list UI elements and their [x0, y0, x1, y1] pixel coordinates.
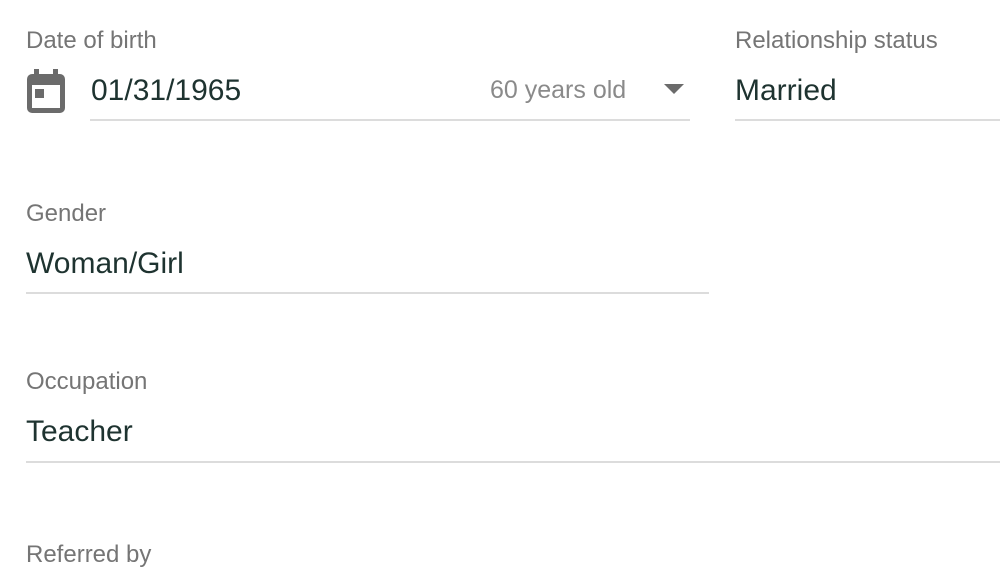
gender-value: Woman/Girl	[26, 247, 184, 280]
occupation-field[interactable]: Teacher	[26, 410, 1000, 460]
gender-underline	[26, 292, 709, 294]
occupation-underline	[26, 461, 1000, 463]
age-text: 60 years old	[490, 76, 627, 104]
dropdown-arrow-icon[interactable]	[664, 84, 684, 94]
date-of-birth-underline	[90, 119, 690, 121]
occupation-label: Occupation	[26, 368, 148, 395]
relationship-status-label: Relationship status	[735, 27, 938, 54]
relationship-status-field[interactable]: Married	[735, 70, 1000, 120]
date-of-birth-label: Date of birth	[26, 27, 157, 54]
referred-by-label: Referred by	[26, 541, 152, 568]
relationship-status-value: Married	[735, 74, 837, 107]
date-of-birth-value: 01/31/1965	[91, 74, 242, 107]
relationship-status-underline	[735, 119, 1000, 121]
gender-field[interactable]: Woman/Girl	[26, 242, 709, 292]
calendar-icon[interactable]	[25, 69, 67, 115]
gender-label: Gender	[26, 200, 107, 227]
date-of-birth-field[interactable]: 01/31/1965 60 years old	[90, 70, 690, 120]
occupation-value: Teacher	[26, 415, 133, 448]
